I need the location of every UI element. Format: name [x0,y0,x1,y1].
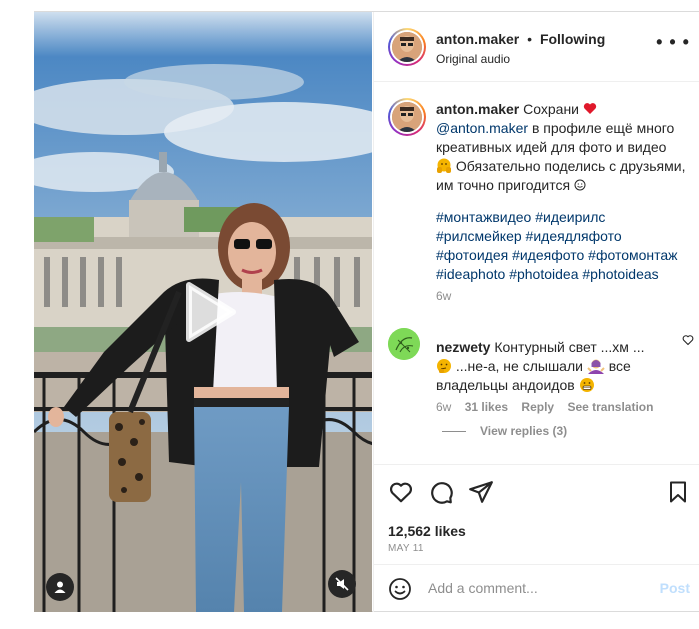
hashtag-link[interactable]: #photoidea [509,266,578,282]
comment-like-heart-icon[interactable] [682,334,694,346]
post-comment-button[interactable]: Post [660,580,690,596]
add-comment-bar: Add a comment... Post [374,564,699,613]
play-icon[interactable] [171,277,241,347]
hashtag-link[interactable]: #идеядляфото [526,228,622,244]
comment-text-1: Контурный свет ...хм ... [494,339,645,355]
post-date[interactable]: MAY 11 [388,543,424,554]
comment-icon[interactable] [428,479,454,505]
hashtag-link[interactable]: #photoideas [582,266,658,282]
post-header: anton.maker • Following Original audio •… [374,12,699,82]
author-username[interactable]: anton.maker [436,31,519,47]
caption-username[interactable]: anton.maker [436,101,519,117]
comment-text-2: ...не-а, не слышали [455,358,583,374]
hashtag-link[interactable]: #фотоидея [436,247,508,263]
caption-text-1: Сохрани [523,101,580,117]
view-replies-label: View replies (3) [480,424,568,438]
commenter-username[interactable]: nezwety [436,339,490,355]
replies-divider [442,431,466,433]
comment-input[interactable]: Add a comment... [428,580,538,596]
post-container: anton.maker • Following Original audio •… [34,11,699,612]
author-avatar[interactable] [388,28,426,66]
more-options-icon[interactable]: • • • [656,33,690,51]
bookmark-icon[interactable] [666,479,690,505]
audio-link[interactable]: Original audio [436,52,510,66]
likes-count[interactable]: 12,562 likes [388,523,466,539]
comment-meta: 6w 31 likes Reply See translation [436,400,663,414]
see-translation-button[interactable]: See translation [567,400,653,414]
emoji-icon[interactable] [388,577,412,601]
red-heart-emoji-icon [583,103,597,114]
hugging-face-emoji-icon [437,158,451,173]
commenter-avatar[interactable] [388,328,420,360]
comment-likes-count[interactable]: 31 likes [465,400,508,414]
post-actions: 12,562 likes MAY 11 [374,464,699,565]
post-details-panel: anton.maker • Following Original audio •… [373,12,699,612]
hashtag-link[interactable]: #фотомонтаж [588,247,677,263]
post-caption: anton.maker Сохрани @anton.maker в профи… [436,100,686,195]
caption-text-3: Обязательно поделись с друзьями, им точн… [436,158,686,193]
comment-body: nezwety Контурный свет ...хм ... ...не-а… [436,338,668,395]
audio-muted-icon [335,577,349,591]
smiling-face-emoji-icon [574,179,586,191]
hashtags: #монтажвидео #идеирилс #рилсмейкер #идея… [436,208,698,284]
grimacing-face-emoji-icon [579,378,594,392]
reel-video[interactable] [34,12,372,612]
user-icon [54,581,66,593]
caption-timestamp[interactable]: 6w [436,289,451,303]
hashtag-link[interactable]: #монтажвидео [436,209,531,225]
hashtag-link[interactable]: #ideaphoto [436,266,505,282]
heart-icon[interactable] [388,479,414,505]
woman-shrugging-emoji-icon [587,359,605,374]
tagged-user-button[interactable] [46,573,74,601]
caption-avatar[interactable] [388,98,426,136]
thinking-face-emoji-icon [437,359,451,373]
following-button[interactable]: Following [540,31,605,47]
hashtag-link[interactable]: #идеяфото [512,247,584,263]
hashtag-link[interactable]: #рилсмейкер [436,228,522,244]
comment-timestamp[interactable]: 6w [436,400,451,414]
mute-button[interactable] [328,570,356,598]
mention-link[interactable]: @anton.maker [436,120,528,136]
hashtag-link[interactable]: #идеирилс [535,209,605,225]
separator-dot: • [527,31,533,47]
view-replies-button[interactable]: View replies (3) [442,424,567,438]
header-title: anton.maker • Following [436,31,605,47]
reply-button[interactable]: Reply [521,400,554,414]
share-icon[interactable] [468,479,494,505]
